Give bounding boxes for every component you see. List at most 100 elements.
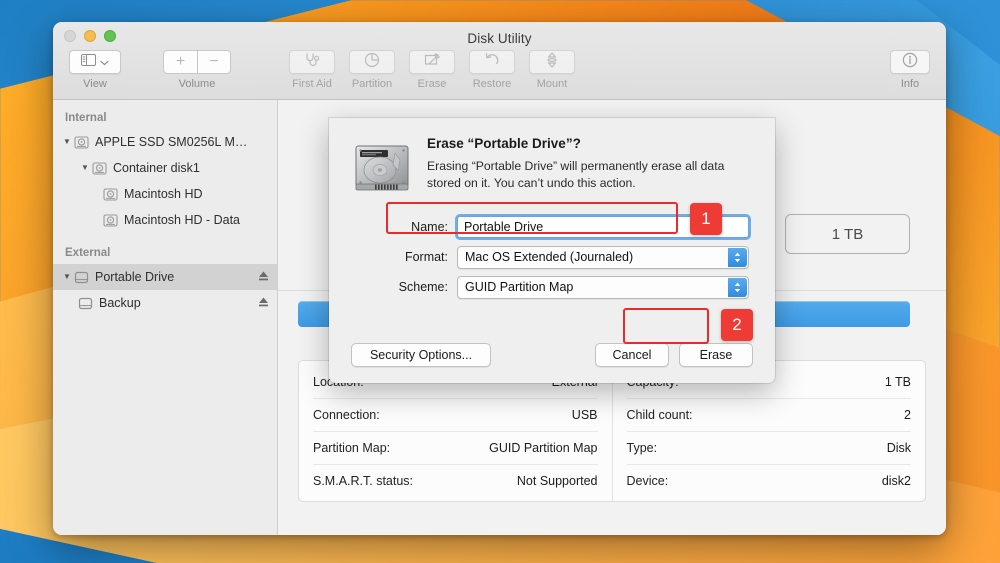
sidebar-item-label: Macintosh HD [124,187,203,201]
internal-disk-icon [74,135,89,150]
info-label: Type: [626,441,658,455]
info-circle-icon [902,52,918,73]
chevron-up-down-icon [728,247,747,267]
toolbar-info-group: Info [890,50,930,90]
annotation-badge-1: 1 [690,203,722,235]
mount-button[interactable] [529,50,575,74]
erase-toolbar-label: Erase [417,78,447,90]
first-aid-button[interactable] [289,50,335,74]
sidebar-item-portable-drive[interactable]: ▼ Portable Drive [53,264,277,290]
sidebar-item-label: Portable Drive [95,270,175,284]
mount-icon [545,51,559,73]
dialog-text-block: Erase “Portable Drive”? Erasing “Portabl… [427,136,755,198]
sidebar-item-label: APPLE SSD SM0256L M… [95,135,248,149]
info-label: Info [900,78,920,90]
sidebar-item-label: Container disk1 [113,161,200,175]
format-select-value: Mac OS Extended (Journaled) [465,250,634,264]
dialog-title: Erase “Portable Drive”? [427,136,581,151]
info-button[interactable] [890,50,930,74]
sidebar-icon [81,53,96,71]
toolbar-view-group: View [69,50,121,90]
sidebar: Internal ▼ APPLE SSD SM0256L M… ▼ Contai… [53,100,278,535]
restore-label: Restore [472,78,512,90]
remove-volume-button[interactable]: − [197,50,231,74]
erase-dialog: Erase “Portable Drive”? Erasing “Portabl… [329,118,775,383]
annotation-badge-2: 2 [721,309,753,341]
erase-toolbar-button[interactable] [409,50,455,74]
info-value: 1 TB [884,374,911,389]
sidebar-item-macintosh-hd-data[interactable]: Macintosh HD - Data [53,207,277,233]
toolbar-actions-group: First Aid Partition Erase Restore Mount [285,50,579,90]
volume-label: Volume [178,78,216,90]
info-row-partition-map: Partition Map: GUID Partition Map [313,431,598,464]
info-value: GUID Partition Map [489,441,598,455]
view-label: View [83,78,107,90]
eject-icon[interactable] [258,270,269,285]
eject-icon[interactable] [258,296,269,311]
mount-action[interactable]: Mount [525,50,579,90]
info-label: Partition Map: [313,441,391,455]
sidebar-item-label: Macintosh HD - Data [124,213,241,227]
scheme-select[interactable]: GUID Partition Map [457,275,749,299]
info-label: Connection: [313,408,380,422]
info-label: Child count: [626,408,693,422]
disclosure-triangle-icon[interactable]: ▼ [78,164,92,172]
format-field-row: Format: Mac OS Extended (Journaled) [329,242,749,272]
first-aid-label: First Aid [292,78,332,90]
toolbar-groups: View + − Volume First Aid Partition Eras… [53,50,946,90]
scheme-field-label: Scheme: [398,280,448,294]
sidebar-section-external-header: External [65,247,111,259]
name-field-label: Name: [411,220,448,234]
info-row-smart-status: S.M.A.R.T. status: Not Supported [313,464,598,497]
erase-action[interactable]: Erase [405,50,459,90]
dialog-header: Erase “Portable Drive”? Erasing “Portabl… [329,118,775,198]
capacity-badge: 1 TB [785,214,910,254]
desktop-wallpaper: Disk Utility View + − Volume First Aid P… [0,0,1000,563]
partition-action[interactable]: Partition [345,50,399,90]
info-row-type: Type: Disk [626,431,911,464]
disclosure-triangle-icon[interactable]: ▼ [60,138,74,146]
stethoscope-icon [304,52,321,72]
info-value: USB [571,408,598,422]
dialog-buttons: Security Options... Cancel Erase [329,343,775,367]
name-field-row: Name: Portable Drive [329,212,751,242]
pie-chart-icon [364,52,380,73]
internal-disk-icon [92,161,107,176]
window-title: Disk Utility [467,31,532,46]
sidebar-item-apple-ssd[interactable]: ▼ APPLE SSD SM0256L M… [53,129,277,155]
disk-utility-window: Disk Utility View + − Volume First Aid P… [53,22,946,535]
sidebar-item-macintosh-hd[interactable]: Macintosh HD [53,181,277,207]
external-disk-icon [74,270,89,285]
mount-label: Mount [536,78,568,90]
scheme-select-value: GUID Partition Map [465,280,574,294]
volume-button-pair: + − [163,50,231,74]
volume-icon [103,213,118,228]
volume-icon [103,187,118,202]
cancel-button[interactable]: Cancel [595,343,669,367]
info-value: 2 [904,408,911,422]
external-volume-icon [78,296,93,311]
first-aid-action[interactable]: First Aid [285,50,339,90]
info-label: Device: [626,474,669,488]
sidebar-item-backup[interactable]: Backup [53,290,277,316]
partition-button[interactable] [349,50,395,74]
security-options-button[interactable]: Security Options... [351,343,491,367]
info-row-device: Device: disk2 [626,464,911,497]
chevron-up-down-icon [728,277,747,297]
restore-button[interactable] [469,50,515,74]
scheme-field-row: Scheme: GUID Partition Map [329,272,749,302]
partition-label: Partition [351,78,393,90]
view-button[interactable] [69,50,121,74]
toolbar-volume-group: + − Volume [163,50,231,90]
info-value: Not Supported [516,474,598,488]
add-volume-button[interactable]: + [163,50,197,74]
sidebar-item-label: Backup [99,296,141,310]
disclosure-triangle-icon[interactable]: ▼ [60,273,74,281]
restore-action[interactable]: Restore [465,50,519,90]
dialog-primary-buttons: Cancel Erase [595,343,753,367]
erase-button[interactable]: Erase [679,343,753,367]
info-label: S.M.A.R.T. status: [313,474,414,488]
format-select[interactable]: Mac OS Extended (Journaled) [457,245,749,269]
sidebar-item-container-disk1[interactable]: ▼ Container disk1 [53,155,277,181]
format-field-label: Format: [404,250,448,264]
